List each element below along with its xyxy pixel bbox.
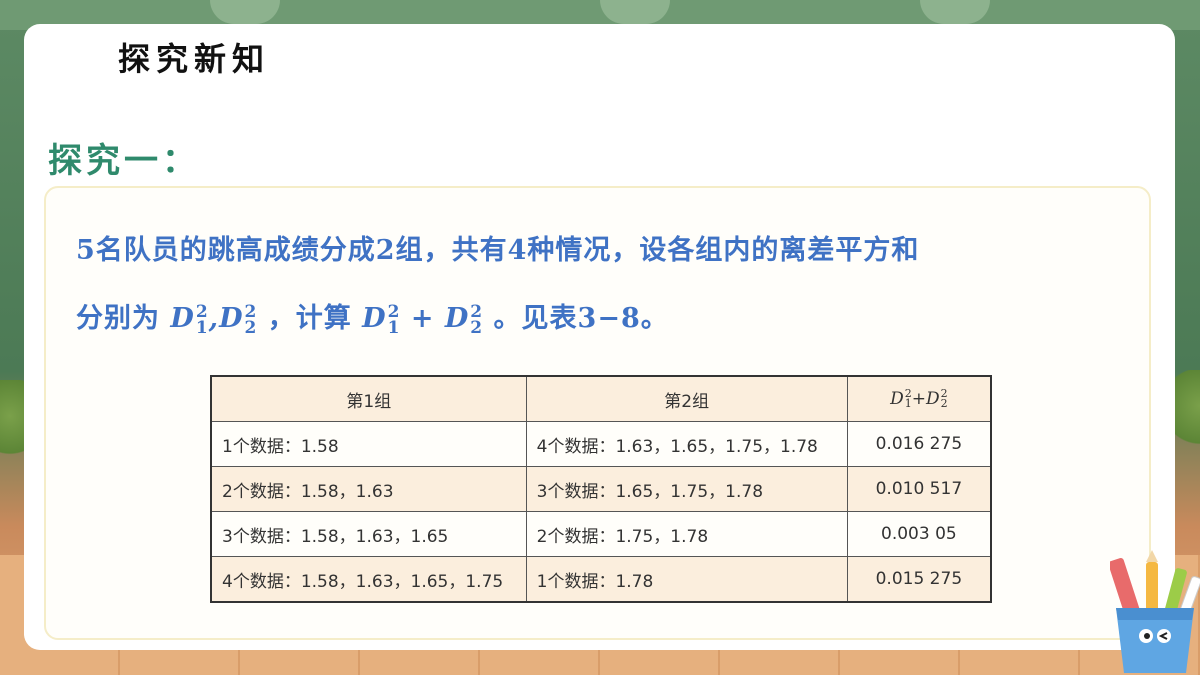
formula-sum: D21 + D22 <box>362 303 484 338</box>
math-supsub: 21 <box>904 388 912 411</box>
table-cell: 0.010 517 <box>846 466 992 512</box>
header-formula: D 2 1 +D 2 2 <box>890 388 948 411</box>
line2-mid: ，计算 <box>267 303 363 334</box>
math-supsub: 21 <box>387 303 401 338</box>
math-supsub: 22 <box>470 303 484 338</box>
math-symbol: D <box>170 303 195 334</box>
table-row: 2个数据：1.58，1.63 3个数据：1.65，1.75，1.78 0.010… <box>210 466 992 512</box>
table-cell: 2个数据：1.75，1.78 <box>525 511 848 557</box>
math-sub: 2 <box>244 317 258 338</box>
table-cell: 1个数据：1.58 <box>210 421 527 467</box>
pencil-cup-decoration <box>1110 550 1200 673</box>
math-comma: , <box>208 303 220 334</box>
math-symbol: D <box>219 303 244 334</box>
formula-d1-d2: D 2 1 ,D 2 2 <box>170 303 258 338</box>
math-supsub: 22 <box>940 388 948 411</box>
table-row: 1个数据：1.58 4个数据：1.63，1.65，1.75，1.78 0.016… <box>210 421 992 467</box>
math-plus: + <box>400 303 445 334</box>
math-sub: 2 <box>470 317 484 338</box>
math-symbol: D <box>362 303 387 334</box>
table-row: 3个数据：1.58，1.63，1.65 2个数据：1.75，1.78 0.003… <box>210 511 992 557</box>
math-supsub: 21 <box>195 303 209 338</box>
math-sub: 1 <box>904 397 912 411</box>
table-row: 4个数据：1.58，1.63，1.65，1.75 1个数据：1.78 0.015… <box>210 556 992 603</box>
math-symbol: D <box>890 388 904 409</box>
table-cell: 0.015 275 <box>846 556 992 603</box>
table-header-row: 第1组 第2组 D 2 1 +D 2 2 <box>210 375 992 422</box>
table-cell: 2个数据：1.58，1.63 <box>210 466 527 512</box>
math-sub: 1 <box>195 317 209 338</box>
math-sub: 2 <box>940 397 948 411</box>
data-table: 第1组 第2组 D 2 1 +D 2 2 1个数据：1.58 4个数据：1.63，1.65… <box>210 375 992 603</box>
table-cell: 1个数据：1.78 <box>525 556 848 603</box>
table-cell: 0.016 275 <box>846 421 992 467</box>
table-cell: 4个数据：1.63，1.65，1.75，1.78 <box>525 421 848 467</box>
math-supsub: 22 <box>244 303 258 338</box>
table-cell: 4个数据：1.58，1.63，1.65，1.75 <box>210 556 527 603</box>
table-header: 第2组 <box>525 375 848 422</box>
math-sub: 1 <box>387 317 401 338</box>
math-symbol: D <box>444 303 470 334</box>
math-plus: + <box>911 388 926 409</box>
line2-suffix: 。见表3−8。 <box>493 303 669 334</box>
problem-line-2: 分别为 D 2 1 ,D 2 2 ，计算 D21 + D22 。见表3−8。 <box>76 296 669 336</box>
section-title: 探究一： <box>48 141 200 181</box>
table-cell: 3个数据：1.65，1.75，1.78 <box>525 466 848 512</box>
page-title: 探究新知 <box>118 40 271 78</box>
table-cell: 0.003 05 <box>846 511 992 557</box>
table-cell: 3个数据：1.58，1.63，1.65 <box>210 511 527 557</box>
problem-line-1: 5名队员的跳高成绩分成2组，共有4种情况，设各组内的离差平方和 <box>76 235 920 266</box>
table-header: D 2 1 +D 2 2 <box>846 375 992 422</box>
line2-prefix: 分别为 <box>76 303 171 334</box>
math-symbol: D <box>926 388 940 409</box>
table-header: 第1组 <box>210 375 527 422</box>
